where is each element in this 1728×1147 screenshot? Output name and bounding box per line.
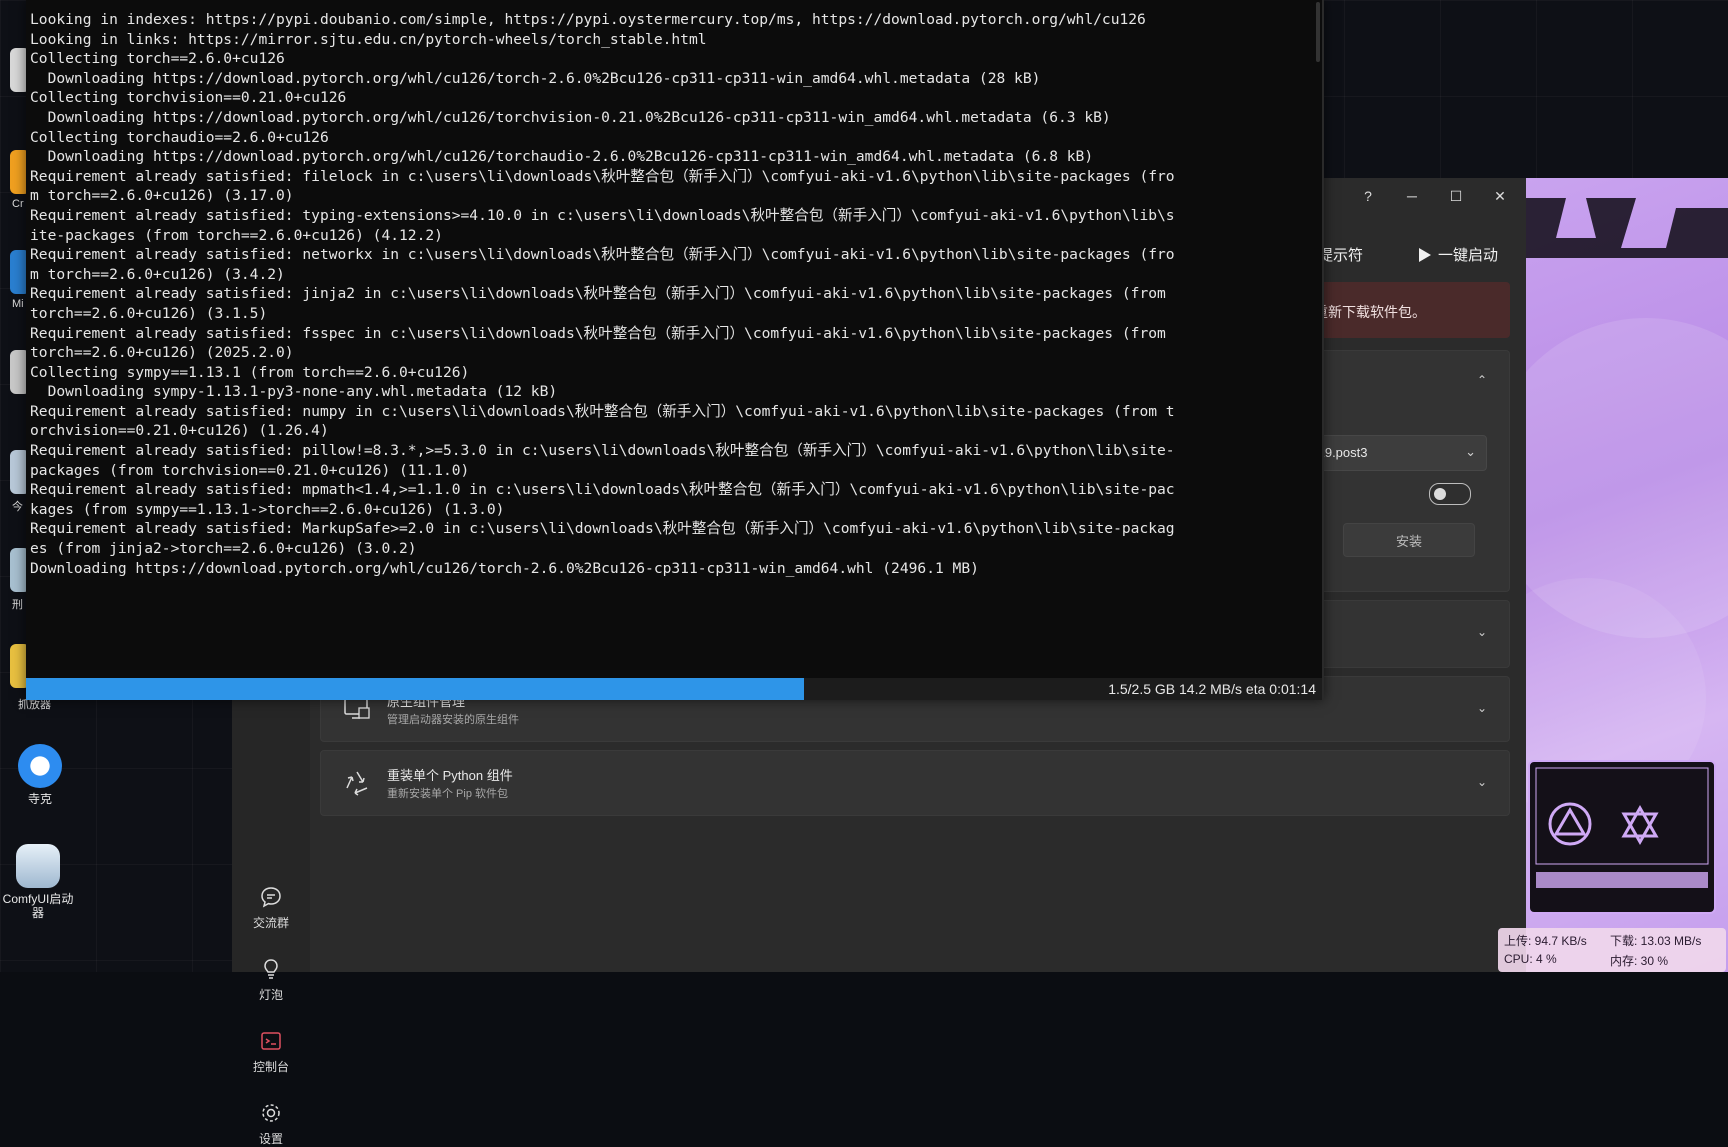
upload-speed: 上传: 94.7 KB/s (1504, 934, 1587, 948)
terminal-line: Looking in links: https://mirror.sjtu.ed… (30, 30, 707, 48)
terminal-line: Requirement already satisfied: numpy in … (30, 402, 1175, 420)
launch-button[interactable]: 一键启动 (1418, 244, 1498, 265)
chevron-down-icon[interactable]: ⌄ (1477, 775, 1487, 789)
console-icon (261, 1032, 281, 1050)
card-subtitle: 重新安装单个 Pip 软件包 (387, 788, 509, 800)
progress-bar-fill (26, 678, 804, 700)
sidebar-item-label: 设置 (258, 1132, 283, 1146)
desktop-icon-label: 寺克 (27, 792, 52, 806)
terminal-line: Downloading https://download.pytorch.org… (30, 559, 979, 577)
recycle-icon (346, 771, 368, 796)
cpu-usage: CPU: 4 % (1504, 952, 1557, 966)
desktop-icon-label: ComfyUI启动器 (2, 892, 74, 920)
desktop-icon-label: Cr (12, 198, 24, 210)
prompt-label: 提示符 (1318, 247, 1364, 264)
terminal-line: Requirement already satisfied: networkx … (30, 246, 1175, 264)
desktop-icon-comfyui-launcher[interactable]: ComfyUI启动器 (0, 844, 78, 920)
sidebar-item-lightbulb[interactable]: 灯泡 (232, 958, 310, 1003)
terminal-line: Collecting sympy==1.13.1 (from torch==2.… (30, 363, 470, 381)
sidebar-item-label: 交流群 (252, 916, 289, 930)
terminal-line: Requirement already satisfied: jinja2 in… (30, 285, 1166, 303)
close-button[interactable]: ✕ (1482, 184, 1518, 208)
chat-icon (261, 887, 281, 908)
option-toggle[interactable] (1429, 483, 1471, 505)
terminal-window[interactable]: Looking in indexes: https://pypi.doubani… (26, 0, 1324, 700)
toggle-knob (1434, 488, 1446, 500)
prompt-button[interactable]: 提示符 (1318, 244, 1363, 265)
sidebar-item-settings[interactable]: 设置 (232, 1102, 310, 1147)
terminal-line: Downloading sympy-1.13.1-py3-none-any.wh… (30, 383, 558, 401)
card-title: 重装单个 Python 组件 (387, 768, 513, 783)
terminal-line: Requirement already satisfied: filelock … (30, 167, 1175, 185)
launch-label: 一键启动 (1438, 247, 1499, 264)
wallpaper-badge (1528, 760, 1716, 914)
terminal-line: es (from jinja2->torch==2.6.0+cu126) (3.… (30, 540, 417, 558)
chevron-down-icon[interactable]: ⌄ (1477, 701, 1487, 715)
terminal-line: Requirement already satisfied: MarkupSaf… (30, 520, 1175, 538)
terminal-line: Downloading https://download.pytorch.org… (30, 69, 1041, 87)
terminal-line: m torch==2.6.0+cu126) (3.4.2) (30, 265, 285, 283)
download-progress: 1.5/2.5 GB 14.2 MB/s eta 0:01:14 (26, 678, 1322, 700)
terminal-line: ite-packages (from torch==2.6.0+cu126) (… (30, 226, 443, 244)
terminal-line: torch==2.6.0+cu126) (3.1.5) (30, 304, 268, 322)
lightbulb-icon (264, 959, 278, 979)
gear-icon (262, 1104, 280, 1122)
system-monitor: 上传: 94.7 KB/s 下载: 13.03 MB/s CPU: 4 % 内存… (1498, 928, 1726, 972)
terminal-line: Requirement already satisfied: typing-ex… (30, 206, 1175, 224)
terminal-line: orchvision==0.21.0+cu126) (1.26.4) (30, 422, 329, 440)
terminal-line: Collecting torchaudio==2.6.0+cu126 (30, 128, 329, 146)
terminal-line: kages (from sympy==1.13.1->torch==2.6.0+… (30, 500, 505, 518)
minimize-button[interactable]: ─ (1394, 184, 1430, 208)
maximize-button[interactable]: ☐ (1438, 184, 1474, 208)
play-icon (1419, 247, 1431, 262)
terminal-line: Requirement already satisfied: fsspec in… (30, 324, 1166, 342)
warning-text: 重新下载软件包。 (1314, 304, 1426, 320)
desktop-icon-label: 今 (12, 501, 23, 513)
terminal-line: Collecting torch==2.6.0+cu126 (30, 50, 285, 68)
help-button[interactable]: ? (1350, 184, 1386, 208)
badge-emblem (1535, 767, 1709, 888)
chevron-down-icon[interactable]: ⌄ (1477, 625, 1487, 639)
desktop-icon-label: Mi (12, 298, 24, 310)
reinstall-python-card[interactable]: 重装单个 Python 组件 重新安装单个 Pip 软件包 ⌄ (320, 750, 1510, 816)
chevron-down-icon: ⌄ (1465, 444, 1476, 459)
sidebar-item-label: 灯泡 (258, 988, 283, 1002)
terminal-line: Requirement already satisfied: pillow!=8… (30, 442, 1175, 460)
terminal-line: Downloading https://download.pytorch.org… (30, 148, 1094, 166)
desktop-icon-sike[interactable]: 寺克 (0, 744, 80, 806)
terminal-line: packages (from torchvision==0.21.0+cu126… (30, 461, 470, 479)
card-subtitle: 管理启动器安装的原生组件 (387, 714, 519, 726)
terminal-line: Downloading https://download.pytorch.org… (30, 108, 1111, 126)
terminal-line: m torch==2.6.0+cu126) (3.17.0) (30, 187, 294, 205)
terminal-line: Requirement already satisfied: mpmath<1.… (30, 481, 1175, 499)
sidebar-item-console[interactable]: 控制台 (232, 1030, 310, 1075)
chevron-up-icon[interactable]: ⌃ (1477, 373, 1487, 387)
version-select[interactable]: .29.post3 ⌄ (1305, 435, 1487, 471)
memory-usage: 内存: 30 % (1610, 954, 1669, 968)
app-icon (18, 744, 62, 788)
terminal-scrollbar[interactable] (1316, 2, 1320, 62)
desktop-icon-label: 刑 (12, 599, 23, 611)
install-button[interactable]: 安装 (1343, 523, 1475, 557)
sidebar-item-community[interactable]: 交流群 (232, 886, 310, 931)
progress-status: 1.5/2.5 GB 14.2 MB/s eta 0:01:14 (1108, 681, 1316, 697)
download-speed: 下载: 13.03 MB/s (1610, 934, 1702, 948)
terminal-output: Looking in indexes: https://pypi.doubani… (30, 10, 1310, 578)
sidebar-item-label: 控制台 (252, 1060, 289, 1074)
app-icon (16, 844, 60, 888)
terminal-line: torch==2.6.0+cu126) (2025.2.0) (30, 344, 294, 362)
terminal-line: Looking in indexes: https://pypi.doubani… (30, 11, 1146, 28)
terminal-line: Collecting torchvision==0.21.0+cu126 (30, 89, 347, 107)
